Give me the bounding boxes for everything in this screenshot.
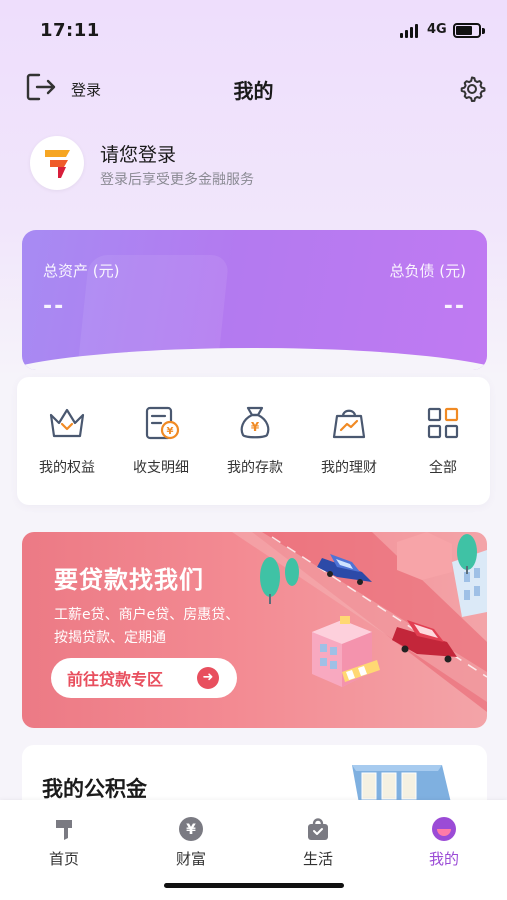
quick-item-deposits[interactable]: ¥ 我的存款 [208,403,302,477]
page-title: 我的 [233,79,274,103]
yuan-icon: ¥ [178,816,204,842]
city-street-illustration [232,532,487,712]
banner-subtitle-line1: 工薪e贷、商户e贷、房惠贷、 [54,607,240,623]
quick-item-label: 我的存款 [227,460,283,476]
loan-zone-button-label: 前往贷款专区 [67,670,164,689]
crown-icon [47,403,87,443]
tab-label: 财富 [175,850,206,868]
svg-text:¥: ¥ [186,822,196,838]
battery-tip [482,28,485,34]
total-assets-label: 总资产 (元) [43,262,120,280]
profile-subtitle: 登录后享受更多金融服务 [100,172,254,188]
tab-mine[interactable]: 我的 [404,816,484,869]
quick-item-all[interactable]: 全部 [396,403,490,477]
grid-icon [423,403,463,443]
bill-icon: ¥ [141,403,181,443]
shopping-bag-chart-icon [329,403,369,443]
header: 登录 我的 [0,65,507,115]
status-time: 17:11 [40,20,100,41]
settings-button[interactable] [458,75,486,107]
loan-zone-button[interactable]: 前往贷款专区 ➜ [51,658,237,698]
total-assets-value: -- [43,294,66,319]
profile-name: 请您登录 [100,144,177,166]
settings-icon [458,76,486,107]
tab-home[interactable]: 首页 [24,816,104,869]
profile-face-icon [431,816,457,842]
life-bag-icon [305,816,331,842]
money-bag-icon: ¥ [235,403,275,443]
home-logo-icon [51,816,77,842]
tab-life[interactable]: 生活 [278,816,358,869]
tab-label: 我的 [428,850,459,868]
tab-label: 首页 [48,850,79,868]
profile-login-prompt[interactable]: 请您登录 登录后享受更多金融服务 [30,136,450,192]
quick-menu: 我的权益 ¥ 收支明细 ¥ 我的存款 我的理财 全部 [17,377,490,505]
housing-fund-title: 我的公积金 [42,777,147,801]
svg-text:¥: ¥ [251,420,260,434]
asset-summary-card[interactable]: 总资产 (元) 总负债 (元) -- -- [22,230,487,370]
banner-title: 要贷款找我们 [54,566,204,594]
tab-label: 生活 [302,850,333,868]
tab-wealth[interactable]: ¥ 财富 [151,816,231,869]
quick-item-label: 我的理财 [321,460,377,476]
battery-icon [453,23,481,38]
quick-item-transactions[interactable]: ¥ 收支明细 [114,403,208,477]
loan-banner[interactable]: 要贷款找我们 工薪e贷、商户e贷、房惠贷、 按揭贷款、定期通 前往贷款专区 ➜ [22,532,487,728]
arrow-right-icon: ➜ [197,667,219,689]
quick-item-label: 收支明细 [133,460,189,476]
total-liabilities-value: -- [443,294,466,319]
avatar [30,136,84,190]
quick-item-wealth[interactable]: 我的理财 [302,403,396,477]
status-bar: 17:11 4G [0,0,507,60]
banner-subtitle-line2: 按揭贷款、定期通 [54,630,166,646]
quick-item-label: 我的权益 [39,460,95,476]
svg-text:¥: ¥ [167,426,174,437]
total-liabilities-label: 总负债 (元) [389,262,466,280]
bank-logo-icon [45,150,70,178]
home-indicator [164,883,344,888]
quick-item-label: 全部 [429,460,457,476]
quick-item-benefits[interactable]: 我的权益 [20,403,114,477]
network-label: 4G [427,22,447,37]
signal-icon [400,24,422,38]
